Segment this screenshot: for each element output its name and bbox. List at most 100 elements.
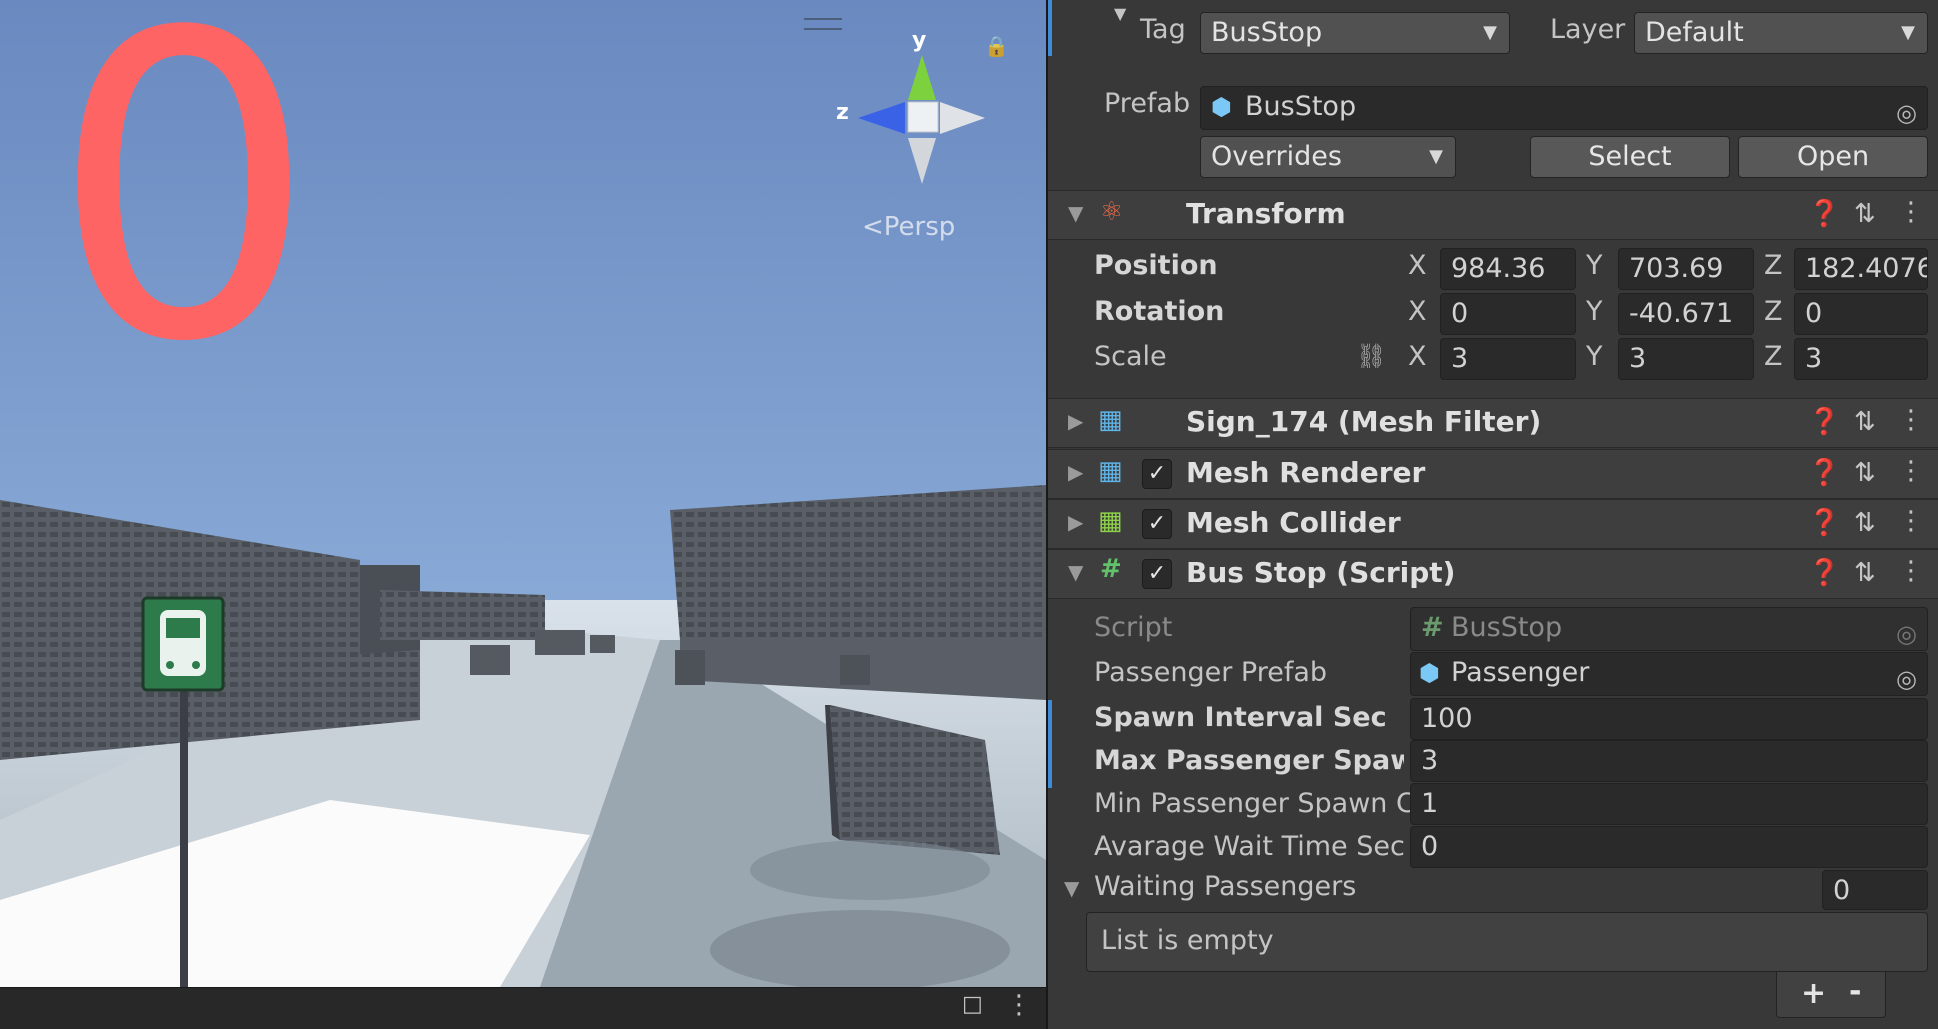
object-picker-icon[interactable]: ◎ [1896, 659, 1917, 695]
scale-z-axis[interactable]: Z [1764, 341, 1783, 372]
list-empty-text: List is empty [1101, 925, 1274, 956]
select-button[interactable]: Select [1530, 136, 1730, 178]
preset-icon[interactable]: ⇅ [1854, 558, 1876, 588]
mesh-filter-title: Sign_174 (Mesh Filter) [1186, 405, 1542, 438]
waiting-passengers-count[interactable]: 0 [1822, 870, 1928, 910]
position-x-axis[interactable]: X [1408, 250, 1427, 281]
constrain-proportions-icon[interactable]: ⛓ [1356, 342, 1386, 370]
preset-icon[interactable]: ⇅ [1854, 407, 1876, 437]
min-spawn-field[interactable]: 1 [1410, 783, 1928, 825]
kebab-menu-icon[interactable]: ⋮ [1898, 556, 1924, 586]
lock-icon[interactable]: 🔒 [984, 34, 1009, 58]
enabled-checkbox[interactable]: ✓ [1142, 459, 1172, 489]
passenger-prefab-label: Passenger Prefab [1094, 657, 1328, 688]
scene-bottom-bar: □ ⋮ [0, 987, 1046, 1029]
avg-wait-field[interactable]: 0 [1410, 826, 1928, 868]
scale-y-axis[interactable]: Y [1586, 341, 1603, 372]
kebab-menu-icon[interactable]: ⋮ [1898, 456, 1924, 486]
prefab-value: BusStop [1245, 91, 1357, 122]
kebab-menu-icon[interactable]: ⋮ [1898, 197, 1924, 227]
waiting-passengers-label[interactable]: Waiting Passengers [1094, 871, 1356, 902]
rotation-x-axis[interactable]: X [1408, 296, 1427, 327]
foldout-arrow-icon[interactable]: ▼ [1064, 876, 1079, 900]
counter-overlay: 0 [50, 0, 318, 434]
kebab-menu-icon[interactable]: ⋮ [1898, 506, 1924, 536]
preset-icon[interactable]: ⇅ [1854, 508, 1876, 538]
lock-icon[interactable]: □ [962, 992, 983, 1017]
list-empty-box: List is empty [1086, 912, 1928, 972]
preset-icon[interactable]: ⇅ [1854, 458, 1876, 488]
position-z-axis[interactable]: Z [1764, 250, 1783, 281]
scale-x-axis[interactable]: X [1408, 341, 1427, 372]
position-y-field[interactable]: 703.69 [1618, 248, 1754, 290]
enabled-checkbox[interactable]: ✓ [1142, 559, 1172, 589]
gizmo-y-label[interactable]: y [912, 28, 926, 53]
mesh-collider-icon: ▦ [1098, 506, 1123, 536]
transform-icon: ⚛ [1100, 197, 1124, 227]
foldout-arrow-icon[interactable]: ▼ [1068, 560, 1083, 584]
object-picker-icon[interactable]: ◎ [1896, 93, 1917, 129]
mesh-renderer-icon: ▦ [1098, 456, 1123, 486]
preset-icon[interactable]: ⇅ [1854, 199, 1876, 229]
spawn-interval-label: Spawn Interval Sec [1094, 702, 1387, 733]
position-x-field[interactable]: 984.36 [1440, 248, 1576, 290]
enabled-checkbox[interactable]: ✓ [1142, 509, 1172, 539]
transform-header[interactable]: ▼ ⚛ Transform ❓ ⇅ ⋮ [1048, 190, 1938, 240]
passenger-prefab-value: Passenger [1451, 657, 1590, 688]
help-icon[interactable]: ❓ [1808, 508, 1840, 538]
inspector-panel: ▼ Tag BusStop ▼ Layer Default ▼ Prefab ⬢… [1046, 0, 1938, 1029]
bus-stop-script-header[interactable]: ▼ # ✓ Bus Stop (Script) ❓ ⇅ ⋮ [1048, 549, 1938, 599]
rotation-z-axis[interactable]: Z [1764, 296, 1783, 327]
prefab-field[interactable]: ⬢ BusStop ◎ [1200, 86, 1928, 130]
rotation-z-field[interactable]: 0 [1794, 293, 1928, 335]
layer-value: Default [1645, 17, 1744, 48]
foldout-arrow-icon[interactable]: ▶ [1068, 409, 1083, 433]
rotation-y-axis[interactable]: Y [1586, 296, 1603, 327]
remove-element-button[interactable]: - [1849, 974, 1861, 1009]
script-value: BusStop [1451, 612, 1563, 643]
gizmo-z-label[interactable]: z [836, 100, 849, 125]
scene-view[interactable]: 🔒 y z <Persp 0 □ ⋮ [0, 0, 1046, 1029]
max-spawn-label: Max Passenger Spawn ( [1094, 745, 1404, 776]
help-icon[interactable]: ❓ [1808, 458, 1840, 488]
foldout-arrow-icon[interactable]: ▼ [1068, 201, 1083, 225]
drag-handle[interactable] [804, 18, 842, 30]
layer-dropdown[interactable]: Default ▼ [1634, 12, 1928, 54]
list-footer: + - [1776, 972, 1886, 1018]
chevron-down-icon[interactable]: ▼ [1114, 4, 1126, 23]
script-label: Script [1094, 612, 1173, 643]
rotation-x-field[interactable]: 0 [1440, 293, 1576, 335]
open-button[interactable]: Open [1738, 136, 1928, 178]
kebab-menu-icon[interactable]: ⋮ [1006, 990, 1032, 1020]
mesh-collider-header[interactable]: ▶ ▦ ✓ Mesh Collider ❓ ⇅ ⋮ [1048, 499, 1938, 549]
chevron-down-icon: ▼ [1901, 22, 1915, 43]
avg-wait-label: Avarage Wait Time Sec [1094, 831, 1405, 862]
foldout-arrow-icon[interactable]: ▶ [1068, 510, 1083, 534]
rotation-y-field[interactable]: -40.671 [1618, 293, 1754, 335]
spawn-interval-field[interactable]: 100 [1410, 698, 1928, 740]
position-z-field[interactable]: 182.4076 [1794, 248, 1928, 290]
overrides-dropdown[interactable]: Overrides ▼ [1200, 136, 1456, 178]
kebab-menu-icon[interactable]: ⋮ [1898, 405, 1924, 435]
scale-x-field[interactable]: 3 [1440, 338, 1576, 380]
mesh-renderer-title: Mesh Renderer [1186, 456, 1426, 489]
mesh-filter-header[interactable]: ▶ ▦ Sign_174 (Mesh Filter) ❓ ⇅ ⋮ [1048, 398, 1938, 448]
tag-dropdown[interactable]: BusStop ▼ [1200, 12, 1510, 54]
help-icon[interactable]: ❓ [1808, 558, 1840, 588]
mesh-renderer-header[interactable]: ▶ ▦ ✓ Mesh Renderer ❓ ⇅ ⋮ [1048, 449, 1938, 499]
foldout-arrow-icon[interactable]: ▶ [1068, 460, 1083, 484]
prefab-label: Prefab [1104, 88, 1191, 119]
scale-y-field[interactable]: 3 [1618, 338, 1754, 380]
chevron-down-icon: ▼ [1429, 146, 1443, 167]
help-icon[interactable]: ❓ [1808, 407, 1840, 437]
tag-label: Tag [1140, 14, 1186, 45]
help-icon[interactable]: ❓ [1808, 199, 1840, 229]
scale-z-field[interactable]: 3 [1794, 338, 1928, 380]
position-y-axis[interactable]: Y [1586, 250, 1603, 281]
add-element-button[interactable]: + [1801, 976, 1826, 1011]
max-spawn-field[interactable]: 3 [1410, 740, 1928, 782]
passenger-prefab-field[interactable]: ⬢ Passenger ◎ [1410, 652, 1928, 696]
persp-toggle[interactable]: <Persp [862, 212, 955, 242]
selection-indicator [1048, 0, 1052, 56]
script-icon: # [1100, 554, 1122, 584]
